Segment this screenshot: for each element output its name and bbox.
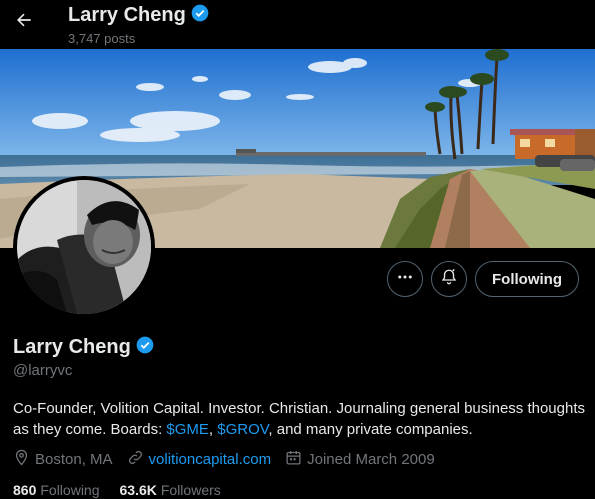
profile-handle: @larryvc xyxy=(13,362,73,379)
following-button[interactable]: Following xyxy=(475,261,579,297)
profile-display-name: Larry Cheng xyxy=(13,336,131,358)
back-button[interactable] xyxy=(8,6,40,38)
location: Boston, MA xyxy=(13,449,113,470)
website: volitioncapital.com xyxy=(127,449,272,470)
post-count: 3,747 posts xyxy=(68,31,136,46)
location-text: Boston, MA xyxy=(35,451,113,468)
header-display-name: Larry Cheng xyxy=(68,4,186,26)
website-link[interactable]: volitioncapital.com xyxy=(149,451,272,468)
calendar-icon xyxy=(285,449,302,470)
notification-bell-icon xyxy=(440,268,458,291)
following-label: Following xyxy=(40,482,100,498)
location-pin-icon xyxy=(13,449,30,470)
link-icon xyxy=(127,449,144,470)
bio-separator: , xyxy=(208,421,218,438)
following-count: 860 xyxy=(13,482,37,498)
more-icon xyxy=(396,268,414,291)
profile-name-row: Larry Cheng xyxy=(13,335,155,360)
notifications-button[interactable] xyxy=(431,261,467,297)
following-count-link[interactable]: 860 Following xyxy=(13,482,100,498)
join-date-text: Joined March 2009 xyxy=(307,451,435,468)
back-arrow-icon xyxy=(14,10,34,35)
bio-text-end: , and many private companies. xyxy=(268,421,473,438)
profile-meta: Boston, MA volitioncapital.com Joined Ma… xyxy=(13,449,449,470)
verified-badge-icon xyxy=(190,3,210,28)
header-title: Larry Cheng xyxy=(68,3,210,28)
bio-link-grov[interactable]: $GROV xyxy=(217,421,268,438)
followers-label: Followers xyxy=(160,482,221,498)
followers-count: 63.6K xyxy=(119,482,157,498)
avatar[interactable] xyxy=(13,176,155,318)
bio-link-gme[interactable]: $GME xyxy=(166,421,209,438)
profile-stats: 860 Following 63.6K Followers xyxy=(13,482,241,498)
profile-bio: Co-Founder, Volition Capital. Investor. … xyxy=(13,398,588,440)
top-bar: Larry Cheng 3,747 posts xyxy=(0,0,595,49)
followers-count-link[interactable]: 63.6K Followers xyxy=(120,482,221,498)
join-date: Joined March 2009 xyxy=(285,449,435,470)
more-button[interactable] xyxy=(387,261,423,297)
verified-badge-icon xyxy=(135,335,155,360)
